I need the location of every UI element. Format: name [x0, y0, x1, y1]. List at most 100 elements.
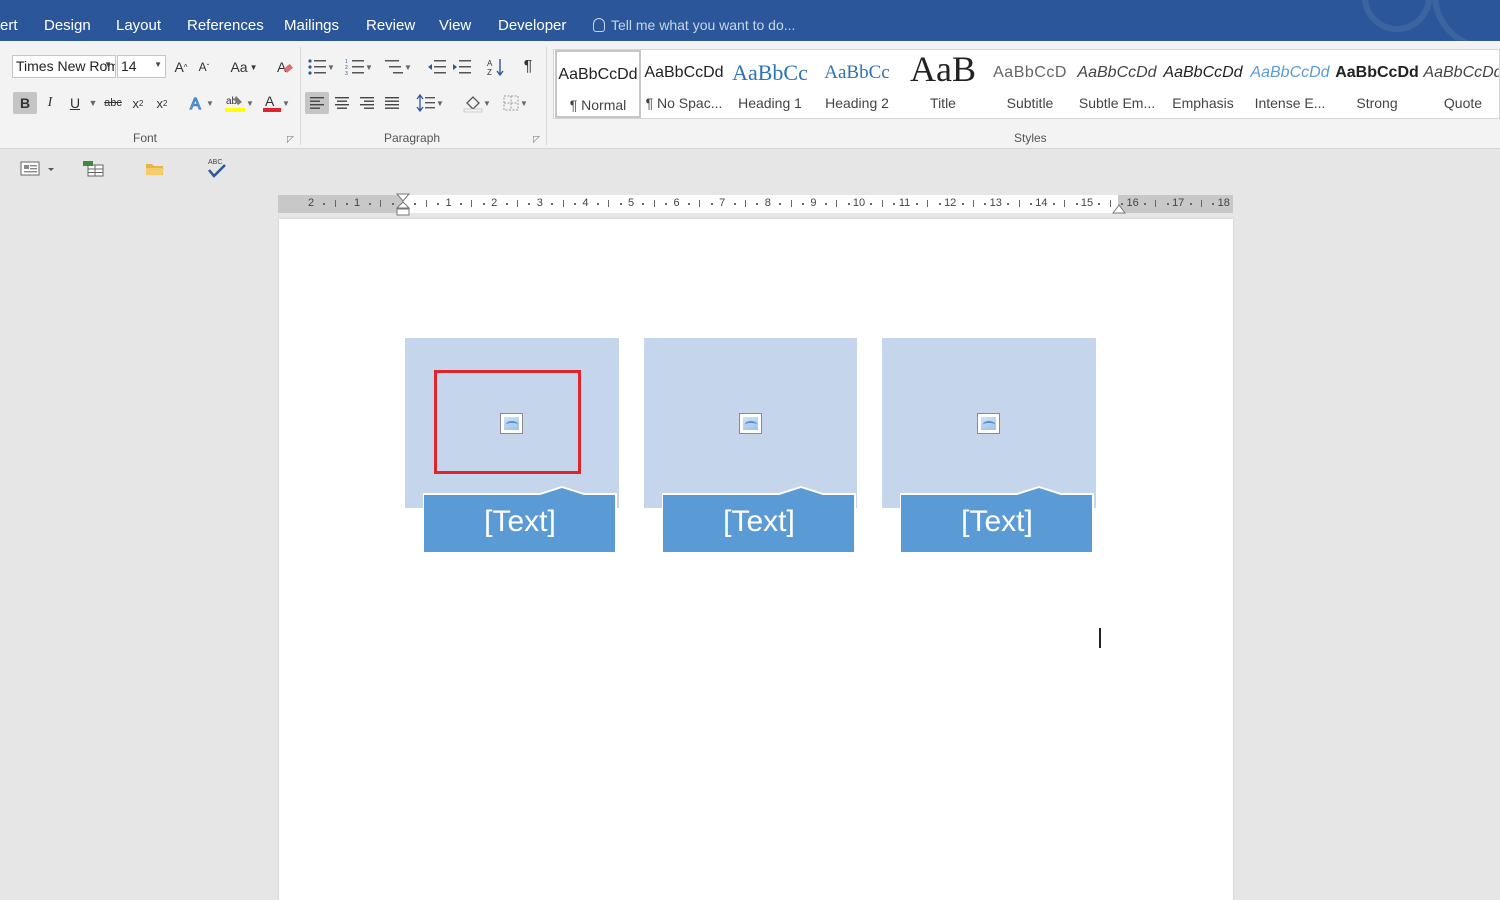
tab-references[interactable]: References: [187, 17, 264, 34]
numbering-icon[interactable]: 1 2 3 ▼: [343, 56, 375, 78]
ruler-number: 2: [307, 197, 315, 209]
chevron-down-icon[interactable]: ▼: [88, 92, 98, 114]
align-left-button[interactable]: [305, 92, 329, 114]
italic-button[interactable]: I: [42, 92, 58, 114]
tab-view[interactable]: View: [439, 17, 471, 34]
style-sample: AaBbCc: [824, 62, 890, 83]
bold-button[interactable]: B: [13, 92, 37, 114]
tab-design[interactable]: Design: [44, 17, 91, 34]
ruler-minor-mark: [437, 203, 440, 205]
bullets-icon[interactable]: ▼: [306, 56, 336, 78]
ruler-minor-mark: [596, 203, 599, 205]
ruler-minor-mark: [482, 203, 485, 205]
ruler-number: 13: [989, 197, 1002, 209]
text-effects-icon[interactable]: A ▼: [186, 92, 216, 114]
shading-icon[interactable]: ▼: [460, 92, 494, 114]
ruler-minor-mark: [824, 203, 827, 205]
ruler-half-mark: [334, 200, 336, 207]
ruler-minor-mark: [1075, 203, 1078, 205]
document-page[interactable]: [Text] [Text] [Text]: [279, 219, 1233, 900]
form-field-icon[interactable]: [20, 160, 58, 183]
folder-icon[interactable]: [144, 160, 166, 183]
style-name: Heading 2: [825, 95, 889, 111]
strikethrough-button[interactable]: abc: [101, 92, 125, 114]
svg-text:3: 3: [345, 71, 348, 76]
justify-button[interactable]: [381, 92, 403, 114]
style-strong[interactable]: AaBbCcDd Strong: [1334, 50, 1420, 118]
font-size-box[interactable]: 14 ▼: [117, 55, 166, 78]
smartart-text-label[interactable]: [Text]: [663, 493, 855, 551]
chevron-down-icon[interactable]: ▼: [154, 60, 162, 69]
style-heading-2[interactable]: AaBbCc Heading 2: [814, 50, 900, 118]
ruler-half-mark: [653, 200, 655, 207]
sort-icon[interactable]: AZ: [485, 56, 507, 78]
shrink-font-icon[interactable]: Aˇ: [195, 56, 213, 78]
dialog-launcher-icon[interactable]: ◸: [533, 134, 540, 145]
tab-insert[interactable]: ert: [0, 17, 18, 34]
spelling-check-icon[interactable]: ABC: [206, 157, 228, 184]
dialog-launcher-icon[interactable]: ◸: [287, 134, 294, 145]
horizontal-ruler[interactable]: 2 1 1 2 3 4 5 6 7 8 9 10 11 12 13 14 15 16 17 18: [278, 193, 1233, 216]
change-case-icon[interactable]: Aa ▼: [228, 56, 260, 78]
smartart-text-label[interactable]: [Text]: [424, 493, 616, 551]
styles-gallery: AaBbCcDd ¶ Normal AaBbCcDd ¶ No Spac... …: [553, 49, 1500, 119]
ruler-minor-mark: [665, 203, 668, 205]
style-subtle-emphasis[interactable]: AaBbCcDd Subtle Em...: [1074, 50, 1160, 118]
decorative-circle: [1432, 0, 1500, 41]
align-right-button[interactable]: [356, 92, 378, 114]
style-subtitle[interactable]: AaBbCcD Subtitle: [987, 50, 1073, 118]
increase-indent-icon[interactable]: [451, 56, 473, 78]
ruler-number: 5: [627, 197, 635, 209]
grow-font-icon[interactable]: A ^: [172, 56, 190, 78]
ruler-number: 1: [353, 197, 361, 209]
ruler-half-mark: [699, 200, 701, 207]
style-no-spacing[interactable]: AaBbCcDd ¶ No Spac...: [641, 50, 727, 118]
style-normal[interactable]: AaBbCcDd ¶ Normal: [555, 50, 641, 118]
ruler-minor-mark: [368, 203, 371, 205]
ruler-half-mark: [881, 200, 883, 207]
font-name-box[interactable]: Times New Roman ▼: [12, 55, 116, 78]
smartart-picture-panel[interactable]: [882, 338, 1096, 508]
superscript-button[interactable]: x2: [152, 92, 172, 114]
align-center-button[interactable]: [331, 92, 353, 114]
tell-me-search[interactable]: Tell me what you want to do...: [593, 17, 795, 33]
picture-placeholder-icon[interactable]: [739, 413, 762, 434]
tab-developer[interactable]: Developer: [498, 17, 566, 34]
ruler-minor-mark: [870, 203, 873, 205]
style-title[interactable]: AaB Title: [900, 50, 986, 118]
chevron-down-icon[interactable]: ▼: [104, 60, 112, 69]
highlight-color-icon[interactable]: ab ▼: [222, 92, 256, 114]
tab-mailings[interactable]: Mailings: [284, 17, 339, 34]
line-spacing-icon[interactable]: ▼: [414, 92, 446, 114]
table-insert-icon[interactable]: [82, 160, 106, 183]
style-sample: AaBbCcDd: [1077, 64, 1157, 81]
underline-button[interactable]: U: [64, 92, 86, 114]
style-heading-1[interactable]: AaBbCc Heading 1: [727, 50, 813, 118]
subscript-button[interactable]: x2: [128, 92, 148, 114]
style-emphasis[interactable]: AaBbCcDd Emphasis: [1160, 50, 1246, 118]
smartart-picture-panel[interactable]: [644, 338, 857, 508]
font-color-icon[interactable]: A ▼: [259, 92, 293, 114]
svg-text:Z: Z: [487, 68, 492, 77]
show-formatting-marks-icon[interactable]: ¶: [518, 56, 538, 78]
clear-formatting-icon[interactable]: A: [274, 56, 294, 78]
multilevel-list-icon[interactable]: ▼: [382, 56, 414, 78]
style-intense-emphasis[interactable]: AaBbCcDd Intense E...: [1247, 50, 1333, 118]
smartart-text-label[interactable]: [Text]: [901, 493, 1093, 551]
ribbon: Times New Roman ▼ 14 ▼ A^ Aˇ Aa▼ A B I U…: [0, 41, 1500, 149]
ruler-half-mark: [380, 200, 382, 207]
ruler-minor-mark: [1052, 203, 1055, 205]
ruler-number: 18: [1217, 197, 1230, 209]
decrease-indent-icon[interactable]: [426, 56, 448, 78]
tab-layout[interactable]: Layout: [116, 17, 161, 34]
text-cursor: [1099, 628, 1101, 648]
style-name: ¶ Normal: [569, 97, 627, 113]
tab-review[interactable]: Review: [366, 17, 415, 34]
borders-icon[interactable]: ▼: [498, 92, 532, 114]
ruler-number: 16: [1126, 197, 1139, 209]
style-quote[interactable]: AaBbCcDd Quote: [1420, 50, 1499, 118]
style-sample: AaBbCcDd: [1250, 64, 1330, 81]
right-indent-marker-icon[interactable]: [1112, 202, 1126, 214]
picture-placeholder-icon[interactable]: [977, 413, 1000, 434]
indent-marker-icon[interactable]: [396, 193, 410, 217]
